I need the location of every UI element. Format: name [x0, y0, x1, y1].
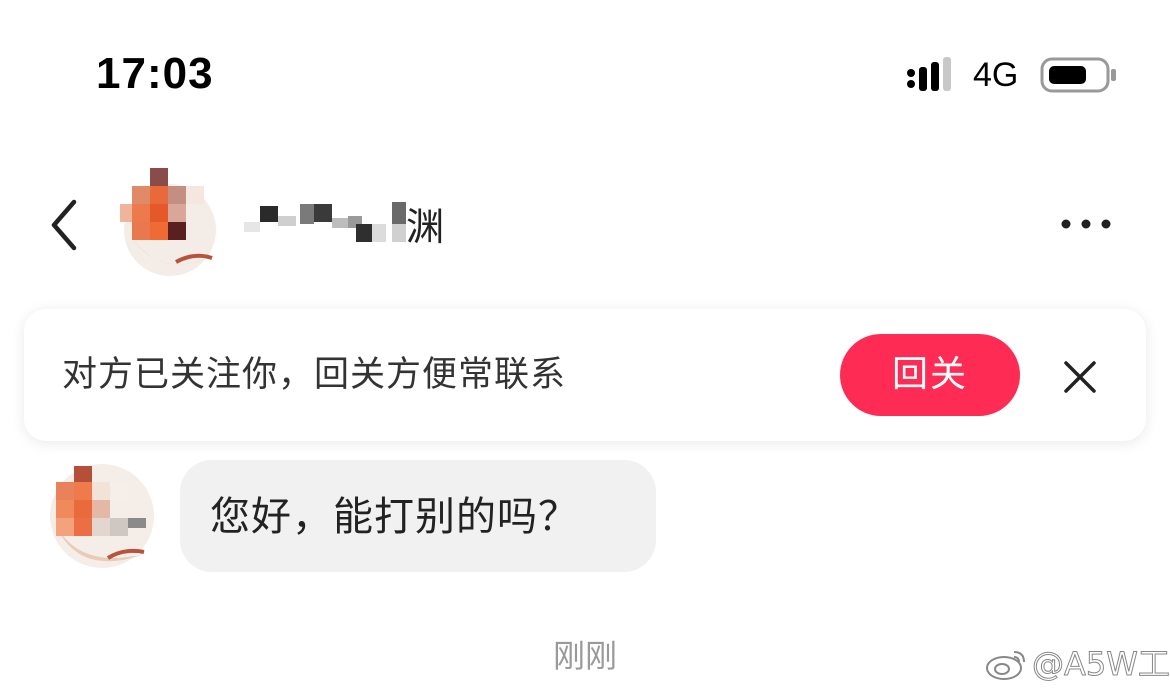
- close-icon[interactable]: [1062, 359, 1098, 395]
- back-chevron-icon[interactable]: [44, 196, 88, 256]
- follow-back-banner: 对方已关注你，回关方便常联系 回关: [24, 309, 1146, 441]
- contact-name-tail: 渊: [406, 205, 444, 249]
- message-bubble[interactable]: 您好，能打别的吗？: [180, 460, 656, 572]
- weibo-logo-icon: [986, 651, 1025, 680]
- signal-icon: [907, 57, 951, 91]
- sender-avatar[interactable]: [48, 462, 154, 570]
- battery-icon: [1040, 57, 1116, 93]
- follow-banner-text: 对方已关注你，回关方便常联系: [62, 355, 567, 395]
- message-text: 您好，能打别的吗？: [210, 494, 579, 540]
- follow-back-button[interactable]: 回关: [840, 334, 1020, 416]
- watermark: @A5W工: [984, 644, 1170, 684]
- more-options-icon[interactable]: [1058, 214, 1114, 234]
- contact-avatar[interactable]: [120, 166, 216, 278]
- contact-name: 渊: [244, 202, 444, 249]
- watermark-text: @A5W工: [1032, 645, 1170, 684]
- status-time: 17:03: [96, 49, 214, 98]
- network-label: 4G: [973, 56, 1019, 94]
